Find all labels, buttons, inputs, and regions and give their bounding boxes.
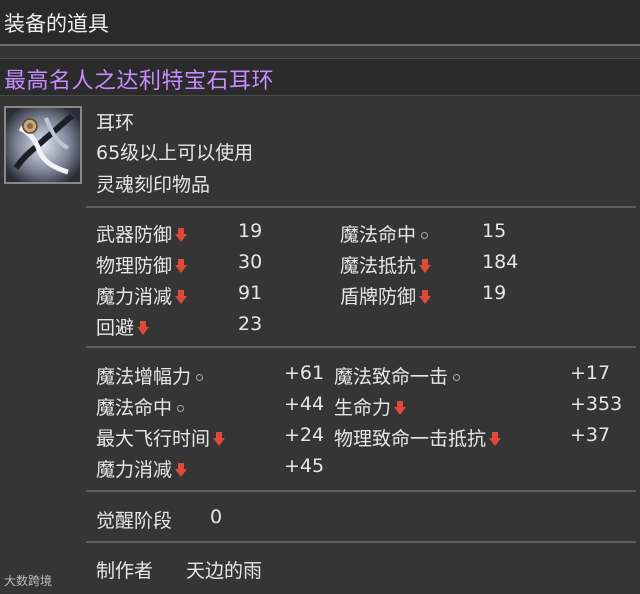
soul-bound-note: 灵魂刻印物品 (96, 174, 211, 196)
divider (86, 206, 636, 208)
dot-icon (453, 374, 461, 381)
tooltip-header: 装备的道具 (0, 0, 640, 46)
down-arrow-icon (175, 259, 188, 273)
crafter-label: 制作者 (96, 560, 154, 582)
stat-label: 魔法增幅力 (96, 366, 192, 388)
stat-value: +17 (570, 362, 611, 384)
down-arrow-icon (394, 401, 407, 415)
down-arrow-icon (213, 432, 226, 446)
down-arrow-icon (175, 290, 188, 304)
down-arrow-icon (175, 228, 188, 242)
awakening-label: 觉醒阶段 (96, 510, 173, 532)
stat-label: 最大飞行时间 (96, 428, 211, 450)
stat-value: +353 (570, 393, 623, 415)
divider (86, 490, 636, 492)
crafter-name: 天边的雨 (186, 560, 263, 582)
item-tooltip-panel: 装备的道具 最高名人之达利特宝石耳环 耳环 65级以上可以使用 灵魂刻印物品 武… (0, 0, 640, 594)
down-arrow-icon (175, 463, 188, 477)
divider (86, 346, 636, 348)
stat-label: 魔法命中 (340, 224, 417, 246)
down-arrow-icon (419, 290, 432, 304)
stat-value: 15 (482, 220, 507, 242)
stat-label: 回避 (96, 317, 135, 339)
down-arrow-icon (489, 432, 502, 446)
stat-value: 30 (238, 251, 263, 273)
dot-icon (177, 405, 185, 412)
stat-value: +24 (284, 424, 325, 446)
stat-label: 盾牌防御 (340, 286, 417, 308)
dot-icon (196, 374, 204, 381)
dot-icon (421, 232, 429, 239)
stat-value: +44 (284, 393, 325, 415)
stat-label: 魔法命中 (96, 397, 173, 419)
stat-label: 生命力 (334, 397, 392, 419)
stat-value: 23 (238, 313, 263, 335)
stat-value: +37 (570, 424, 611, 446)
down-arrow-icon (137, 321, 150, 335)
stat-value: +61 (284, 362, 325, 384)
stat-label: 魔力消减 (96, 459, 173, 481)
stat-label: 魔法致命一击 (334, 366, 449, 388)
stat-label: 魔力消减 (96, 286, 173, 308)
item-name: 最高名人之达利特宝石耳环 (4, 69, 275, 94)
divider (86, 541, 636, 543)
watermark: 大数跨境 (4, 572, 52, 589)
earring-icon (4, 106, 82, 184)
header-title: 装备的道具 (4, 12, 109, 36)
stat-value: 184 (482, 251, 519, 273)
watermark-text: 大数跨境 (4, 574, 53, 588)
item-name-bar: 最高名人之达利特宝石耳环 (0, 58, 640, 96)
stat-label: 物理防御 (96, 255, 173, 277)
stat-label: 魔法抵抗 (340, 255, 417, 277)
stat-value: 19 (482, 282, 507, 304)
awakening-value: 0 (210, 506, 223, 528)
stat-label: 武器防御 (96, 224, 173, 246)
stat-value: 19 (238, 220, 263, 242)
stat-value: 91 (238, 282, 263, 304)
item-type: 耳环 (96, 112, 135, 134)
stat-label: 物理致命一击抵抗 (334, 428, 487, 450)
level-requirement: 65级以上可以使用 (96, 142, 254, 164)
down-arrow-icon (419, 259, 432, 273)
stat-value: +45 (284, 455, 325, 477)
